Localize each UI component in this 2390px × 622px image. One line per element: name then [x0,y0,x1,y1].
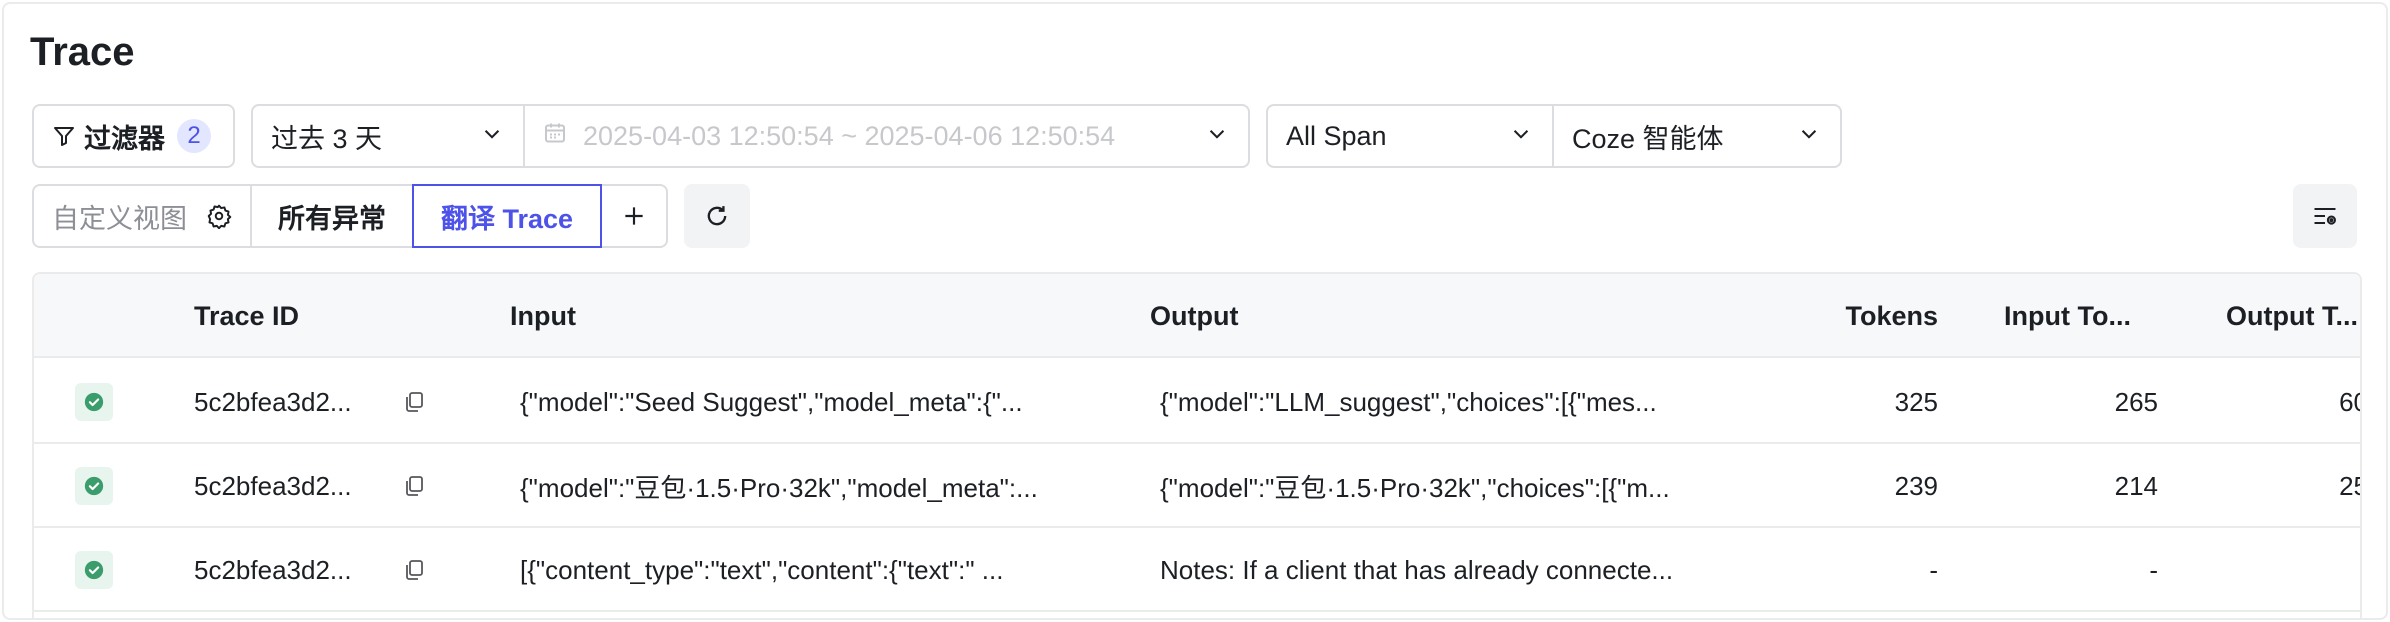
output-tokens-cell: - [2254,528,2360,612]
time-range-value: 过去 3 天 [271,123,383,154]
view-tab-all-exceptions[interactable]: 所有异常 [250,184,414,248]
chevron-down-icon [1510,121,1532,152]
column-settings-icon [2311,202,2339,230]
column-header-trace-id[interactable]: Trace ID [194,274,299,358]
span-type-select[interactable]: All Span [1266,104,1554,168]
status-badge [74,444,114,528]
output-cell: {"model":"豆包·1.5·Pro·32k","choices":[{"m… [1160,472,1670,503]
source-value: Coze 智能体 [1572,123,1724,154]
plus-icon [621,203,647,229]
tokens-cell: 325 [1894,386,1938,417]
output-tokens-cell: 60 [2339,386,2360,417]
input-cell: {"model":"Seed Suggest","model_meta":{".… [520,386,1023,417]
chevron-down-icon [481,121,503,152]
input-tokens-cell: - [2149,554,2158,585]
source-select[interactable]: Coze 智能体 [1552,104,1842,168]
date-range-picker[interactable]: 2025-04-03 12:50:54 ~ 2025-04-06 12:50:5… [523,104,1250,168]
column-header-input[interactable]: Input [510,274,576,358]
tokens-cell: - [1929,554,1938,585]
copy-icon[interactable] [394,444,434,528]
table-row[interactable]: 5c2bfea3d2... {"model":"Seed Suggest","m… [34,360,2360,444]
calendar-icon [543,121,567,152]
chevron-down-icon [1798,121,1820,152]
filter-button[interactable]: 过滤器 2 [32,104,235,168]
trace-id-cell: 5c2bfea3d2... [194,386,352,417]
copy-icon[interactable] [394,360,434,444]
column-header-tokens[interactable]: Tokens [1824,274,1938,358]
view-tabs: 自定义视图 所有异常 翻译 Trace [32,184,668,248]
input-tokens-cell: 214 [2114,470,2158,501]
filter-count-badge: 2 [177,119,211,153]
chevron-down-icon [1206,121,1228,152]
input-tokens-cell: 265 [2114,386,2158,417]
copy-icon[interactable] [394,528,434,612]
filter-label: 过滤器 [84,123,165,154]
gear-icon[interactable] [206,203,232,229]
output-cell: Notes: If a client that has already conn… [1160,554,1674,585]
column-settings-button[interactable] [2293,184,2357,248]
refresh-icon [703,202,731,230]
trace-table: Trace ID Input Output Tokens Input To...… [32,272,2362,618]
column-header-input-tokens[interactable]: Input To... [2004,274,2131,358]
output-cell: {"model":"LLM_suggest","choices":[{"mes.… [1160,386,1657,417]
table-row[interactable]: 5c2bfea3d2... [{"content_type":"text","c… [34,528,2360,612]
table-row[interactable]: 5c2bfea3d2... {"model":"豆包·1.5·Pro·32k",… [34,444,2360,528]
page-title: Trace [30,30,135,74]
time-range-select[interactable]: 过去 3 天 [251,104,525,168]
tokens-cell: 239 [1894,470,1938,501]
column-header-output[interactable]: Output [1150,274,1238,358]
table-header: Trace ID Input Output Tokens Input To...… [34,274,2360,358]
status-badge [74,528,114,612]
add-view-button[interactable] [600,184,668,248]
output-tokens-cell: 25 [2339,470,2360,501]
trace-id-cell: 5c2bfea3d2... [194,554,352,585]
date-range-value: 2025-04-03 12:50:54 ~ 2025-04-06 12:50:5… [583,120,1116,151]
success-check-icon [75,551,113,589]
custom-view-button[interactable]: 自定义视图 [32,184,252,248]
input-cell: [{"content_type":"text","content":{"text… [520,554,1004,585]
column-header-output-tokens[interactable]: Output T... [2226,274,2358,358]
refresh-button[interactable] [684,184,750,248]
success-check-icon [75,467,113,505]
status-badge [74,360,114,444]
trace-panel: Trace 过滤器 2 过去 3 天 2025-04-03 12:50:54 ~… [2,2,2388,620]
filter-icon [52,124,76,148]
view-tab-translate-trace[interactable]: 翻译 Trace [412,184,602,248]
success-check-icon [75,383,113,421]
span-type-value: All Span [1286,120,1387,151]
trace-id-cell: 5c2bfea3d2... [194,470,352,501]
input-cell: {"model":"豆包·1.5·Pro·32k","model_meta":.… [520,472,1038,503]
custom-view-label: 自定义视图 [52,203,187,234]
